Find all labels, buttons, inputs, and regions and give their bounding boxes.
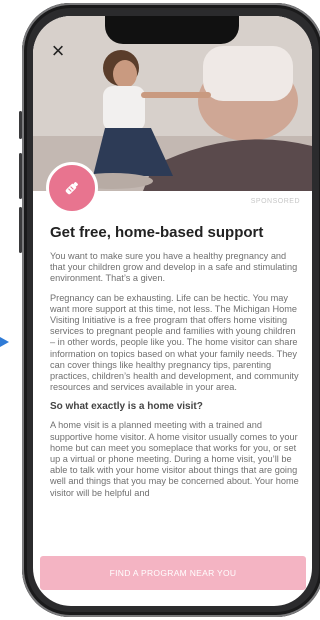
article-paragraph: Pregnancy can be exhausting. Life can be…: [50, 292, 299, 393]
find-program-button[interactable]: FIND A PROGRAM NEAR YOU: [40, 556, 306, 590]
phone-screen: × SPONSORED Get free, home-based support…: [33, 16, 312, 606]
phone-side-button: [19, 153, 22, 199]
close-icon[interactable]: ×: [47, 40, 69, 62]
phone-side-button: [19, 207, 22, 253]
article-paragraph: A home visit is a planned meeting with a…: [50, 420, 299, 498]
phone-side-button: [19, 111, 22, 139]
article-title: Get free, home-based support: [50, 224, 264, 241]
article-subheading: So what exactly is a home visit?: [50, 401, 203, 413]
article-paragraph: You want to make sure you have a healthy…: [50, 251, 298, 284]
sponsored-label: SPONSORED: [250, 198, 300, 205]
phone-notch: [105, 16, 239, 44]
article-body: Get free, home-based support You want to…: [50, 224, 302, 507]
baby-bottle-icon: [46, 162, 98, 214]
arrow-right-icon: [0, 337, 9, 347]
